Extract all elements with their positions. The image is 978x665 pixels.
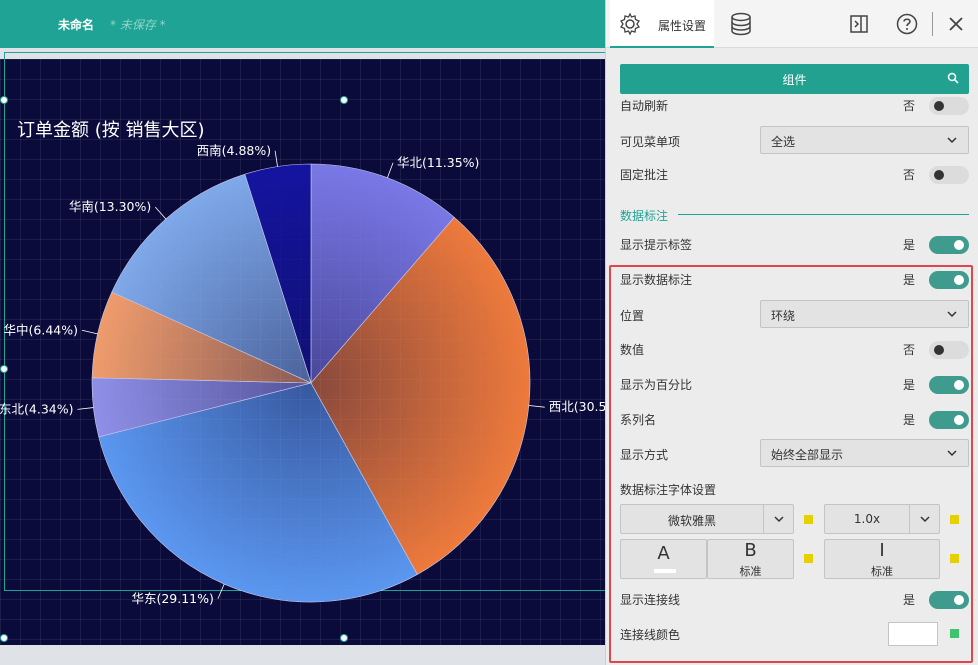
auto-refresh-value: 否 — [902, 99, 915, 113]
show-tooltip-label: 显示提示标签 — [620, 238, 693, 252]
fixed-note-toggle[interactable] — [929, 166, 969, 184]
connector-line-东北 — [77, 407, 94, 410]
scroll-clip: 自动刷新 否 — [606, 96, 978, 116]
row-show-tooltip: 显示提示标签 是 — [620, 229, 969, 259]
data-label-西北: 西北(30.5 — [549, 399, 605, 414]
database-icon[interactable] — [730, 12, 752, 36]
highlight-box — [609, 265, 973, 663]
data-label-华南: 华南(13.30%) — [69, 199, 151, 214]
tab-properties[interactable]: 属性设置 — [610, 0, 714, 48]
row-fixed-note: 固定批注 否 — [620, 159, 969, 189]
data-label-东北: 东北(4.34%) — [0, 401, 73, 416]
connector-line-华中 — [81, 329, 98, 335]
gear-icon — [620, 12, 640, 36]
component-button-label: 组件 — [782, 73, 807, 87]
fixed-note-label: 固定批注 — [620, 168, 669, 182]
visible-menu-label: 可见菜单项 — [620, 135, 681, 149]
data-label-华东: 华东(29.11%) — [131, 591, 213, 606]
connector-line-华北 — [387, 162, 394, 178]
show-tooltip-toggle[interactable] — [929, 236, 969, 254]
panel-tabs: 属性设置 — [606, 0, 978, 48]
section-title: 数据标注 — [620, 209, 669, 223]
show-tooltip-value: 是 — [902, 238, 915, 252]
fixed-note-value: 否 — [902, 168, 915, 182]
connector-line-西南 — [274, 150, 278, 167]
toolbar-divider — [932, 12, 933, 36]
visible-menu-select[interactable]: 全选 — [760, 126, 969, 154]
visible-menu-value: 全选 — [771, 135, 796, 149]
collapse-panel-icon[interactable] — [849, 14, 869, 34]
chevron-down-icon — [947, 137, 957, 144]
connector-line-西北 — [528, 405, 545, 408]
auto-refresh-toggle[interactable] — [929, 97, 969, 115]
auto-refresh-label: 自动刷新 — [620, 99, 669, 113]
row-visible-menu: 可见菜单项 全选 — [620, 126, 969, 156]
component-search-button[interactable]: 组件 — [620, 64, 969, 94]
tab-properties-label: 属性设置 — [658, 19, 707, 33]
pie-chart[interactable]: 华北(11.35%) 西北(30.5 华东(29.11%) 东北(4.34%) 华中(6… — [0, 0, 605, 665]
connector-line-华南 — [154, 206, 167, 220]
search-icon — [947, 72, 959, 84]
section-divider — [678, 214, 969, 215]
row-auto-refresh: 自动刷新 否 — [620, 96, 969, 116]
close-icon[interactable] — [948, 16, 964, 32]
help-icon[interactable] — [896, 13, 918, 35]
data-label-华中: 华中(6.44%) — [4, 322, 78, 337]
data-label-华北: 华北(11.35%) — [397, 155, 479, 170]
connector-line-华东 — [217, 583, 225, 599]
section-data-label: 数据标注 — [620, 205, 969, 225]
data-label-西南: 西南(4.88%) — [197, 143, 271, 158]
